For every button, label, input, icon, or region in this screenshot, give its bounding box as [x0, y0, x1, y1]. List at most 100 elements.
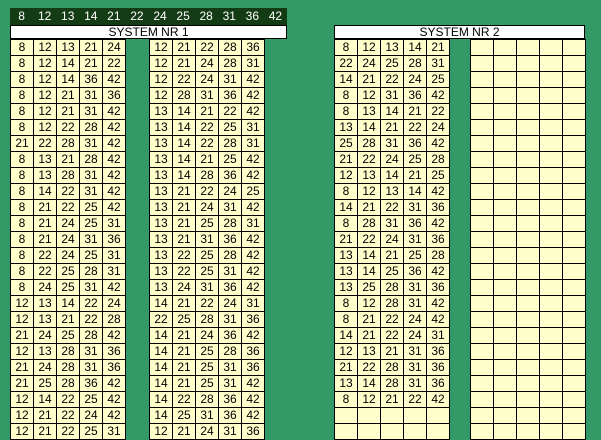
number-cell: 31: [241, 215, 265, 232]
number-cell: 8: [10, 151, 34, 168]
table-row: [470, 311, 586, 328]
number-cell: 14: [149, 359, 173, 376]
number-cell: 21: [33, 423, 57, 440]
number-cell: 36: [241, 39, 265, 56]
table-row: [470, 327, 586, 344]
table-row: 13 14 21 22 24: [334, 119, 450, 136]
number-cell: [470, 167, 494, 184]
number-cell: 28: [380, 279, 404, 296]
number-cell: [516, 247, 540, 264]
number-cell: 14: [172, 119, 196, 136]
number-cell: [493, 423, 517, 440]
system-1-right-grid: 12 21 22 28 36 12 21 24 28 31 12 22 24 31 42 12 28 31 36 42…: [149, 39, 265, 440]
number-cell: [470, 423, 494, 440]
table-row: [470, 103, 586, 120]
header-number: 21: [107, 9, 121, 23]
number-cell: 12: [357, 295, 381, 312]
number-cell: 31: [79, 343, 103, 360]
system-2-title: SYSTEM NR 2: [334, 25, 585, 39]
number-cell: 24: [56, 215, 80, 232]
table-row: 12 21 22 28 36: [149, 39, 265, 56]
number-cell: 8: [10, 199, 34, 216]
number-cell: 25: [172, 311, 196, 328]
number-cell: [539, 199, 563, 216]
number-cell: [470, 279, 494, 296]
number-cell: [470, 311, 494, 328]
table-row: 12 13 14 22 24: [10, 295, 126, 312]
number-cell: 22: [357, 359, 381, 376]
number-cell: [516, 151, 540, 168]
number-cell: 42: [102, 167, 126, 184]
table-row: 13 14 22 28 31: [149, 135, 265, 152]
table-row: 8 22 25 28 31: [10, 263, 126, 280]
number-cell: 21: [172, 215, 196, 232]
number-cell: [562, 359, 586, 376]
number-cell: 22: [56, 119, 80, 136]
number-cell: 22: [56, 407, 80, 424]
number-cell: [562, 215, 586, 232]
number-cell: [539, 135, 563, 152]
table-row: 21 22 24 31 36: [334, 231, 450, 248]
number-cell: [539, 103, 563, 120]
number-cell: 21: [172, 199, 196, 216]
number-cell: [539, 247, 563, 264]
number-cell: 13: [149, 135, 173, 152]
number-cell: 14: [56, 55, 80, 72]
number-cell: 12: [33, 55, 57, 72]
number-cell: 24: [195, 55, 219, 72]
number-cell: 13: [33, 151, 57, 168]
number-cell: 28: [56, 135, 80, 152]
number-cell: 24: [357, 55, 381, 72]
number-cell: 21: [426, 39, 450, 56]
number-cell: 13: [334, 263, 358, 280]
table-row: 13 14 21 22 42: [149, 103, 265, 120]
number-cell: 28: [218, 135, 242, 152]
number-cell: [516, 199, 540, 216]
table-row: 8 21 24 25 31: [10, 215, 126, 232]
number-cell: 28: [218, 343, 242, 360]
number-cell: 25: [79, 391, 103, 408]
number-cell: 12: [357, 183, 381, 200]
table-row: [470, 263, 586, 280]
number-cell: 36: [79, 71, 103, 88]
number-cell: [516, 359, 540, 376]
number-cell: 36: [426, 359, 450, 376]
number-cell: [493, 39, 517, 56]
number-cell: 25: [195, 263, 219, 280]
table-row: 14 21 25 31 42: [149, 375, 265, 392]
number-cell: 8: [334, 103, 358, 120]
number-cell: 8: [334, 87, 358, 104]
number-cell: 22: [79, 295, 103, 312]
number-cell: 42: [426, 183, 450, 200]
number-cell: 36: [218, 87, 242, 104]
number-cell: 31: [218, 423, 242, 440]
number-cell: 28: [79, 119, 103, 136]
number-cell: 22: [172, 71, 196, 88]
number-cell: [493, 359, 517, 376]
number-cell: 42: [102, 103, 126, 120]
table-row: 8 12 14 36 42: [10, 71, 126, 88]
number-cell: [470, 119, 494, 136]
number-cell: 24: [195, 199, 219, 216]
number-cell: 13: [149, 263, 173, 280]
number-cell: 21: [403, 167, 427, 184]
header-number: 36: [245, 9, 259, 23]
number-cell: 21: [33, 407, 57, 424]
table-row: [470, 391, 586, 408]
number-cell: [493, 55, 517, 72]
number-cell: [470, 87, 494, 104]
table-row: 13 21 25 28 31: [149, 215, 265, 232]
number-cell: 42: [241, 103, 265, 120]
number-cell: [516, 167, 540, 184]
header-number: 31: [222, 9, 236, 23]
table-row: 8 28 31 36 42: [334, 215, 450, 232]
number-cell: [539, 87, 563, 104]
number-cell: 14: [56, 295, 80, 312]
number-cell: 25: [357, 279, 381, 296]
number-cell: 14: [334, 71, 358, 88]
number-cell: [539, 167, 563, 184]
number-cell: 24: [172, 279, 196, 296]
table-row: [470, 279, 586, 296]
number-cell: 31: [195, 407, 219, 424]
number-cell: 24: [33, 359, 57, 376]
